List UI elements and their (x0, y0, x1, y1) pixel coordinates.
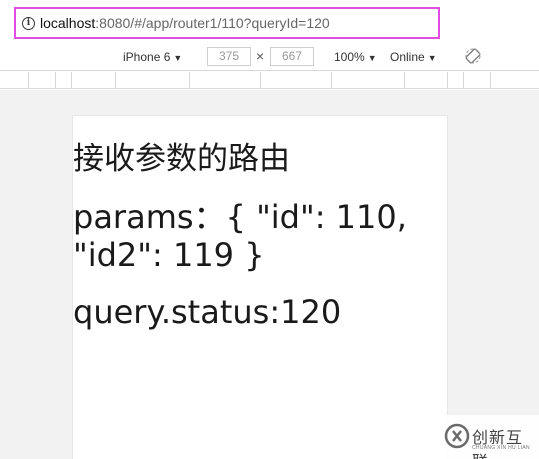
zoom-select[interactable]: 100% ▼ (334, 49, 377, 66)
watermark-subtext: CHUANG XIN HU LIAN (472, 445, 530, 451)
url-field[interactable]: i localhost:8080/#/app/router1/110?query… (14, 7, 440, 39)
ruler-tick (447, 72, 448, 89)
url-text[interactable]: localhost:8080/#/app/router1/110?queryId… (40, 15, 330, 32)
url-host: localhost (40, 15, 96, 31)
address-bar: i localhost:8080/#/app/router1/110?query… (0, 0, 539, 43)
caret-down-icon: ▼ (427, 53, 437, 63)
network-select[interactable]: Online ▼ (390, 49, 437, 66)
network-label: Online (390, 50, 425, 64)
info-icon[interactable]: i (22, 17, 35, 30)
ruler-tick (71, 72, 72, 89)
device-label: iPhone 6 (123, 50, 171, 64)
query-text: query.status:120 (73, 293, 342, 331)
ruler-tick (55, 72, 56, 89)
ruler-tick (331, 72, 332, 89)
ruler-tick (490, 72, 491, 89)
url-path: :8080/#/app/router1/110?queryId=120 (95, 15, 330, 31)
ruler-tick (189, 72, 190, 89)
height-input[interactable]: 667 (270, 47, 314, 66)
ruler-tick (404, 72, 405, 89)
watermark: 创新互联 CHUANG XIN HU LIAN (439, 415, 539, 459)
ruler-tick (260, 72, 261, 89)
device-toolbar: iPhone 6 ▼ 375 × 667 100% ▼ Online ▼ (0, 43, 539, 71)
ruler-tick (28, 72, 29, 89)
dimension-separator: × (256, 48, 265, 64)
device-screen: 接收参数的路由 params：{ "id": 110, "id2": 119 }… (72, 115, 448, 459)
watermark-text: 创新互联 (472, 430, 524, 459)
ruler-tick (115, 72, 116, 89)
device-select[interactable]: iPhone 6 ▼ (123, 49, 182, 66)
page-heading: 接收参数的路由 (73, 141, 290, 177)
watermark-logo-icon (444, 423, 470, 449)
caret-down-icon: ▼ (367, 53, 377, 63)
caret-down-icon: ▼ (173, 53, 183, 63)
ruler-tick (463, 72, 464, 89)
zoom-label: 100% (334, 50, 365, 64)
params-text: params：{ "id": 110, "id2": 119 } (73, 198, 407, 274)
width-input[interactable]: 375 (207, 47, 251, 66)
ruler-bar (0, 72, 539, 89)
rotate-icon[interactable] (465, 48, 481, 64)
